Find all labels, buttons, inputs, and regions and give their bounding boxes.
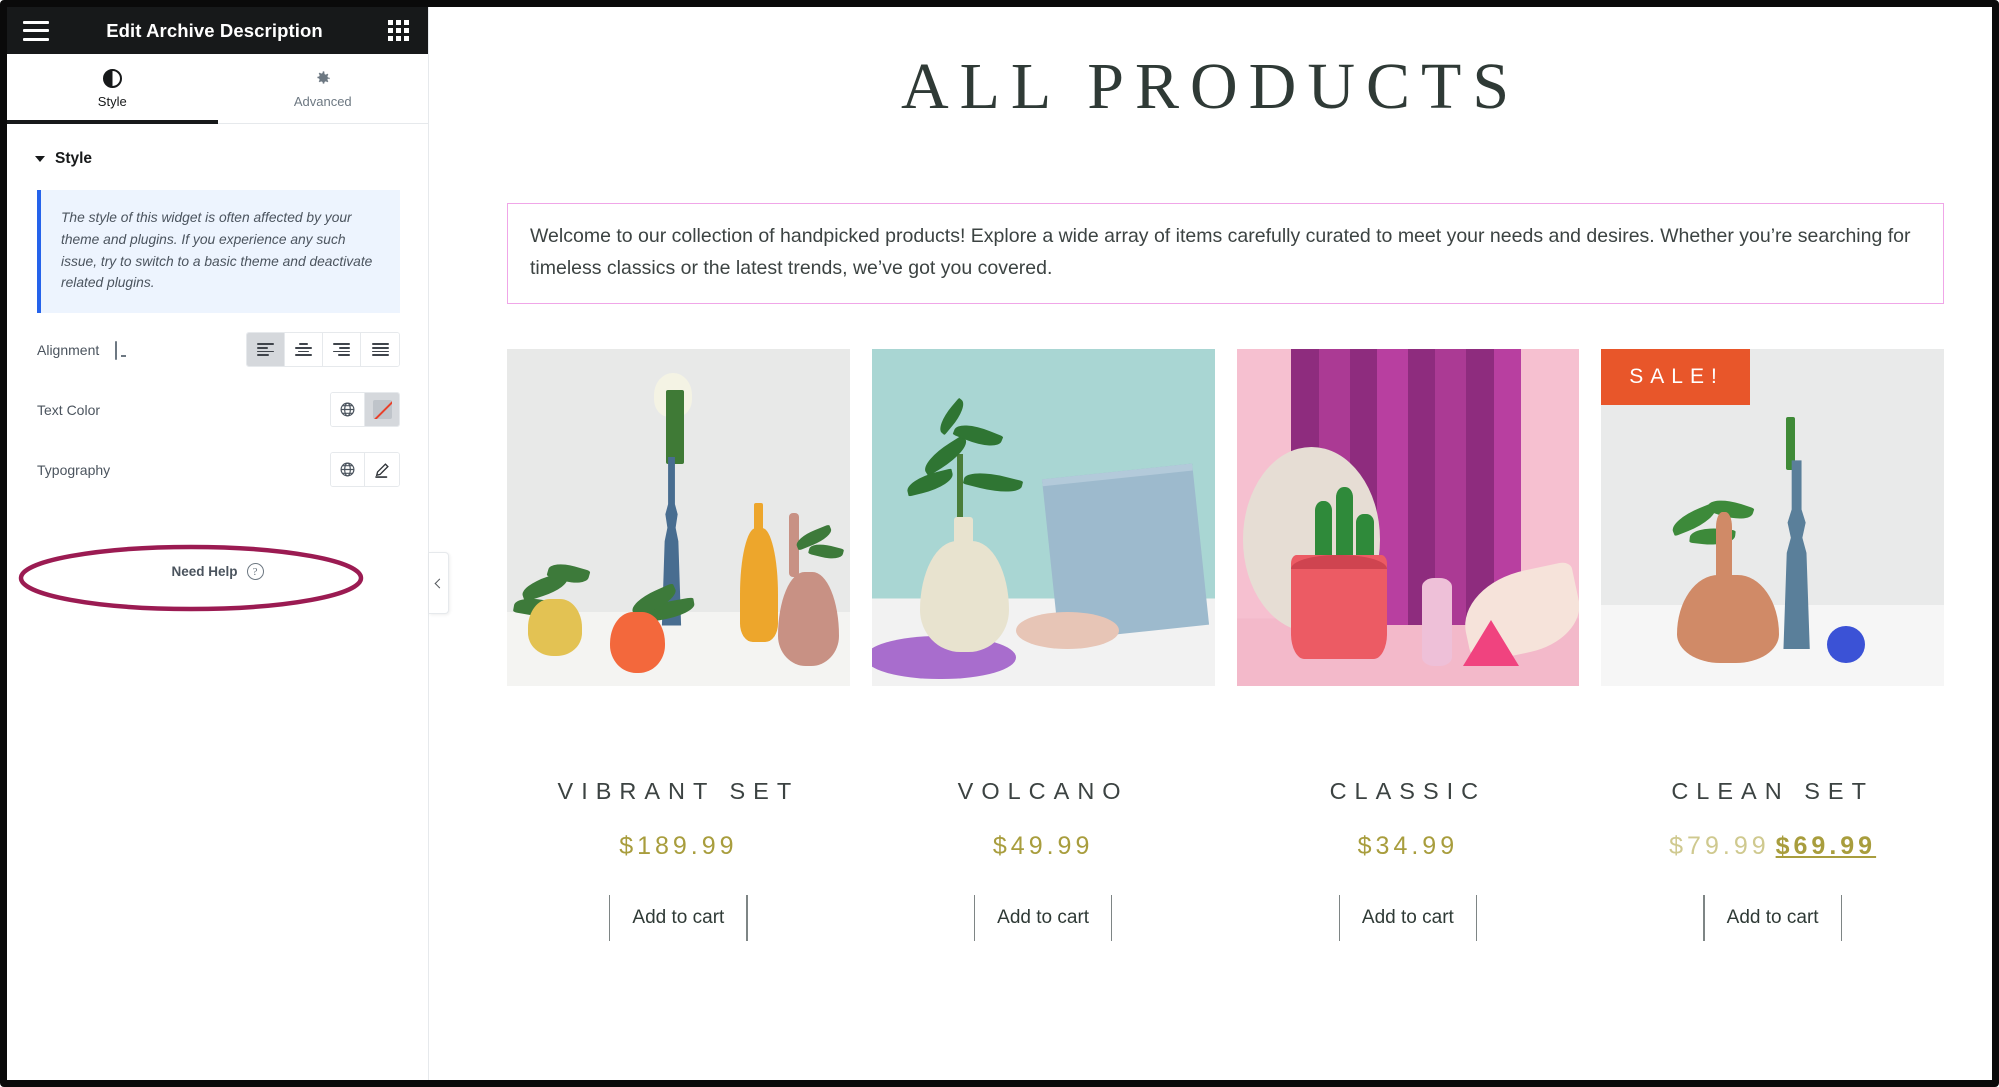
product-photo-vibrant-vases (507, 349, 850, 687)
typography-label: Typography (37, 461, 111, 478)
divider-right (1111, 895, 1113, 942)
tab-advanced-label: Advanced (293, 94, 352, 109)
product-name[interactable]: VOLCANO (948, 774, 1139, 808)
add-to-cart-button[interactable]: Add to cart (973, 895, 1113, 942)
contrast-icon (102, 68, 122, 88)
add-to-cart-button[interactable]: Add to cart (609, 895, 748, 942)
align-left-button[interactable] (247, 333, 285, 367)
product-card[interactable]: SALE! CLEAN SET $79.99 $69.99 Add to car… (1601, 349, 1944, 942)
typography-controls (330, 452, 400, 488)
product-name[interactable]: CLASSIC (1320, 774, 1497, 808)
add-to-cart-label: Add to cart (632, 907, 725, 929)
divider-right (1475, 895, 1478, 942)
align-justify-button[interactable] (361, 333, 399, 367)
products-grid: VIBRANT SET $189.99 Add to cart VOLCANO … (507, 349, 1944, 942)
tab-style[interactable]: Style (7, 54, 218, 124)
style-notice: The style of this widget is often affect… (37, 190, 400, 314)
add-to-cart-button[interactable]: Add to cart (1338, 895, 1478, 942)
tab-advanced[interactable]: Advanced (218, 54, 429, 123)
globe-icon[interactable] (331, 453, 365, 487)
product-name[interactable]: VIBRANT SET (548, 774, 810, 808)
gear-icon (313, 68, 332, 88)
no-color-swatch-button[interactable] (365, 393, 399, 427)
style-section-title: Style (55, 150, 93, 167)
product-price: $189.99 (619, 832, 738, 861)
add-to-cart-label: Add to cart (1361, 907, 1454, 929)
hamburger-menu-icon[interactable] (23, 20, 49, 41)
page-preview: ALL PRODUCTS Welcome to our collection o… (429, 7, 1992, 1080)
add-to-cart-button[interactable]: Add to cart (1703, 895, 1842, 942)
product-price: $49.99 (992, 832, 1094, 861)
alignment-choices (246, 332, 400, 368)
product-image[interactable] (507, 349, 850, 687)
elementor-editor-panel: Edit Archive Description Style Advanced … (7, 7, 449, 1080)
pencil-icon[interactable] (365, 453, 399, 487)
panel-header: Edit Archive Description (7, 7, 428, 54)
globe-icon[interactable] (331, 393, 365, 427)
add-to-cart-label: Add to cart (997, 907, 1090, 929)
desktop-monitor-icon[interactable] (115, 341, 132, 361)
align-center-button[interactable] (285, 333, 323, 367)
page-title: ALL PRODUCTS (900, 50, 1521, 123)
product-price-sale: $69.99 (1775, 832, 1877, 861)
need-help-link[interactable]: Need Help ? (7, 563, 428, 581)
alignment-label: Alignment (37, 341, 100, 358)
product-image[interactable] (1236, 349, 1580, 687)
product-card[interactable]: VOLCANO $49.99 Add to cart (871, 349, 1215, 942)
product-photo-pink-cactus (1236, 349, 1580, 687)
panel-collapse-button[interactable] (429, 552, 449, 614)
text-color-controls (330, 392, 400, 428)
text-color-label: Text Color (37, 401, 101, 418)
apps-grid-icon[interactable] (387, 19, 410, 42)
product-image[interactable]: SALE! (1601, 349, 1944, 687)
panel-tabs: Style Advanced (7, 54, 428, 124)
control-row-alignment: Alignment (7, 326, 428, 373)
control-row-text-color: Text Color (7, 386, 428, 433)
archive-description-text: Welcome to our collection of handpicked … (530, 225, 1911, 279)
editor-window: Edit Archive Description Style Advanced … (0, 0, 1999, 1087)
product-image[interactable] (871, 349, 1215, 687)
sale-badge: SALE! (1601, 349, 1750, 406)
product-price: $79.99 $69.99 (1669, 832, 1876, 861)
tab-style-label: Style (97, 94, 127, 109)
panel-body: Style The style of this widget is often … (7, 124, 428, 1080)
product-photo-cream-vase-teal (871, 349, 1215, 687)
product-card[interactable]: CLASSIC $34.99 Add to cart (1236, 349, 1580, 942)
product-price-original: $79.99 (1669, 832, 1770, 861)
chevron-left-icon (434, 578, 445, 588)
divider-right (1840, 895, 1842, 942)
question-mark-icon: ? (246, 563, 264, 581)
panel-title: Edit Archive Description (106, 19, 323, 41)
product-name[interactable]: CLEAN SET (1661, 774, 1884, 808)
align-right-button[interactable] (323, 333, 361, 367)
product-price: $34.99 (1357, 832, 1459, 861)
archive-description-widget[interactable]: Welcome to our collection of handpicked … (507, 203, 1944, 305)
add-to-cart-label: Add to cart (1726, 907, 1819, 929)
control-row-typography: Typography (7, 446, 428, 493)
product-card[interactable]: VIBRANT SET $189.99 Add to cart (507, 349, 850, 942)
divider-right (746, 895, 748, 942)
chevron-down-icon (35, 156, 45, 162)
need-help-label: Need Help (171, 564, 238, 580)
style-section-toggle[interactable]: Style (7, 124, 428, 190)
